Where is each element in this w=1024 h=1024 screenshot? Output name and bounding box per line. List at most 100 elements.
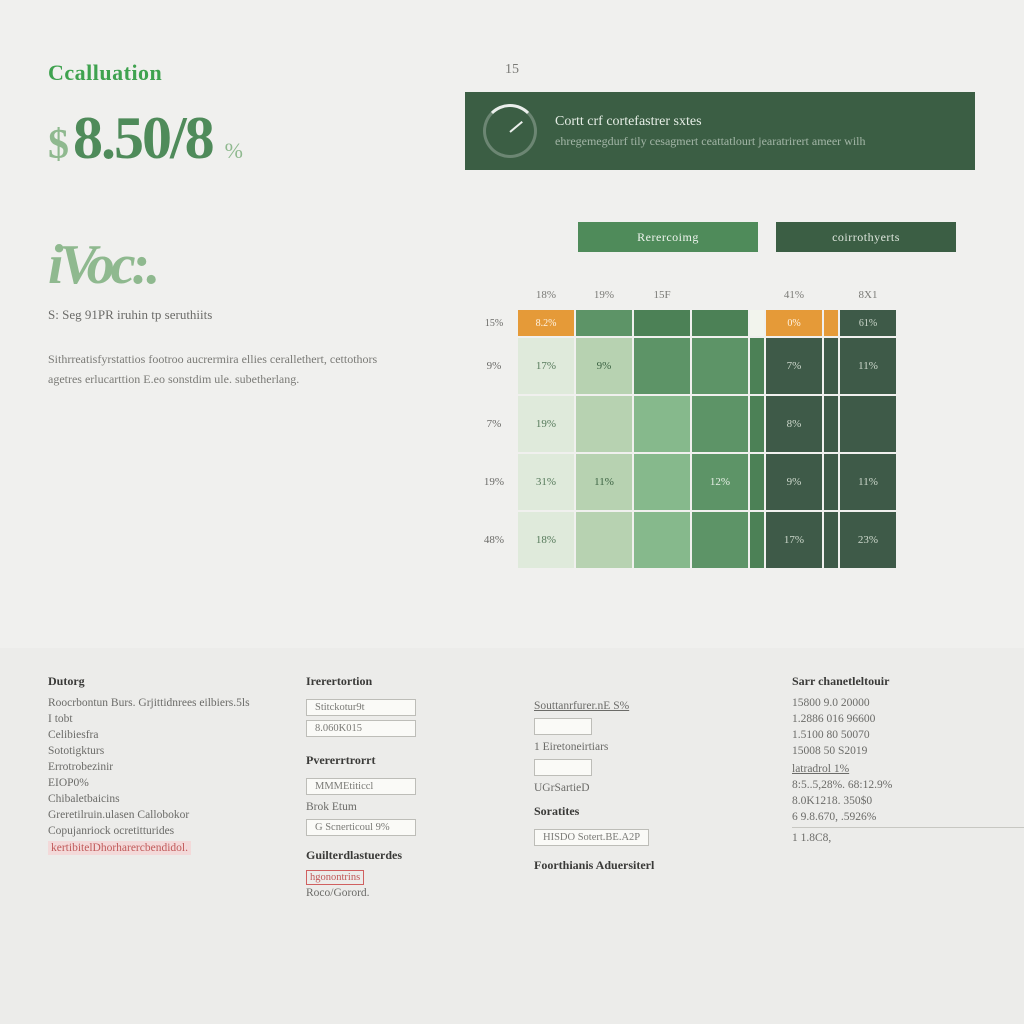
cell: 61% [840,310,896,336]
row-header: 48% [472,512,516,568]
row-header: 9% [472,338,516,394]
logo-text: iVoc:. [48,233,428,297]
cell [634,512,690,568]
cell [750,338,764,394]
heatmap-row: 9% 17% 9% 7% 11% [472,338,896,394]
summary-banner: Cortt crf cortefastrer sxtes ehregemegdu… [465,92,975,170]
col-header [692,282,748,308]
cell: 11% [840,338,896,394]
row-header: 15% [472,310,516,336]
alert-input[interactable]: hgonontrins [306,870,364,885]
cell [750,454,764,510]
tab-secondary[interactable]: coirrothyerts [776,222,956,252]
cell [750,396,764,452]
intro-block: Ccalluation $ 8.50/8 % iVoc:. S: Seg 91P… [48,60,428,390]
heatmap-col-headers: 18% 19% 15F 41% 8X1 [472,282,896,308]
col2-section3: Guilterdlastuerdes [306,848,506,863]
cell [750,512,764,568]
list-item: Brok Etum [306,801,506,813]
gauge-icon [483,104,537,158]
cell: 9% [576,338,632,394]
cell [634,338,690,394]
input-field[interactable] [534,759,592,776]
list-item: EIOP0% [48,777,278,789]
details-panel: Dutorg Roocrbontun Burs. Grjittidnrees e… [0,648,1024,1024]
col-header: 15F [634,282,690,308]
list-item: UGrSartieD [534,782,764,794]
input-field[interactable]: HISDO Sotert.BE.A2P [534,829,649,846]
col-header: 41% [766,282,822,308]
cell [692,396,748,452]
kpi-number: 8.50/8 [73,104,213,173]
cell: 19% [518,396,574,452]
list-item: Celibiesfra [48,729,278,741]
cell: 11% [840,454,896,510]
list-item: 1 1.8C8, [792,832,1024,844]
heatmap-table: 18% 19% 15F 41% 8X1 15% 8.2% 0% 61% 9% 1… [470,280,898,570]
list-item: I tobt [48,713,278,725]
cell [692,338,748,394]
list-item: Roocrbontun Burs. Grjittidnrees eilbiers… [48,697,278,709]
col3-section3: Foorthianis Aduersiterl [534,858,764,873]
alert-item[interactable]: kertibitelDhorharercbendidol. [48,841,191,855]
panel-col-4: Sarr chanetleltouir 15800 9.0 20000 1.28… [792,674,1024,998]
panel-col-1: Dutorg Roocrbontun Burs. Grjittidnrees e… [48,674,278,998]
list-item: 6 9.8.670, .5926% [792,811,1024,823]
list-item: 1.5100 80 50070 [792,729,1024,741]
cell: 8.2% [518,310,574,336]
list-item: Greretilruin.ulasen Callobokor [48,809,278,821]
panel-col-2: Irerertortion Stitckotur9t 8.060K015 Pve… [306,674,506,998]
cell [634,454,690,510]
cell [824,396,838,452]
list-item: 15008 50 S2019 [792,745,1024,757]
list-item: 1 Eiretoneirtiars [534,741,764,753]
list-item: Sototigkturs [48,745,278,757]
list-item: Roco/Gorord. [306,887,506,899]
cell: 7% [766,338,822,394]
col-header: 18% [518,282,574,308]
cell [692,310,748,336]
list-item: 15800 9.0 20000 [792,697,1024,709]
col-header: 8X1 [840,282,896,308]
col1-title: Dutorg [48,674,278,689]
list-item: Souttanrfurer.nE S% [534,700,764,712]
heatmap-row: 19% 31% 11% 12% 9% 11% [472,454,896,510]
cell [824,310,838,336]
row-header: 7% [472,396,516,452]
cell [576,512,632,568]
cell: 17% [518,338,574,394]
heatmap-row: 7% 19% 8% [472,396,896,452]
input-field[interactable]: 8.060K015 [306,720,416,737]
tab-primary[interactable]: Rerercoimg [578,222,758,252]
col-header: 19% [576,282,632,308]
heatmap-row: 48% 18% 17% 23% [472,512,896,568]
list-item: 8.0K1218. 350$0 [792,795,1024,807]
page-number: 15 [505,62,519,78]
list-item: latradrol 1% [792,763,1024,775]
heatmap-subheader: 15% 8.2% 0% 61% [472,310,896,336]
list-item: 1.2886 016 96600 [792,713,1024,725]
cell: 12% [692,454,748,510]
list-item: Copujanriock ocretitturides [48,825,278,837]
input-field[interactable]: Stitckotur9t [306,699,416,716]
col2-section2: Pvererrtrorrt [306,753,506,768]
input-field[interactable]: G Scnerticoul 9% [306,819,416,836]
currency-symbol: $ [48,121,69,169]
intro-paragraph: Sithrreatisfyrstattios footroo aucrermir… [48,349,378,390]
panel-col-3: Souttanrfurer.nE S% 1 Eiretoneirtiars UG… [534,674,764,998]
list-item: Chibaletbaicins [48,793,278,805]
tab-bar: Rerercoimg coirrothyerts [578,222,956,252]
banner-text: Cortt crf cortefastrer sxtes ehregemegdu… [555,114,866,149]
cell [692,512,748,568]
cell [824,512,838,568]
cell [576,396,632,452]
input-field[interactable]: MMMEtiticcl [306,778,416,795]
row-header: 19% [472,454,516,510]
logo-subcaption: S: Seg 91PR iruhin tp seruthiits [48,307,428,323]
cell: 18% [518,512,574,568]
cell [824,454,838,510]
cell [576,310,632,336]
input-field[interactable] [534,718,592,735]
cell: 23% [840,512,896,568]
banner-subtitle: ehregemegdurf tily cesagmert ceattatlour… [555,134,866,149]
